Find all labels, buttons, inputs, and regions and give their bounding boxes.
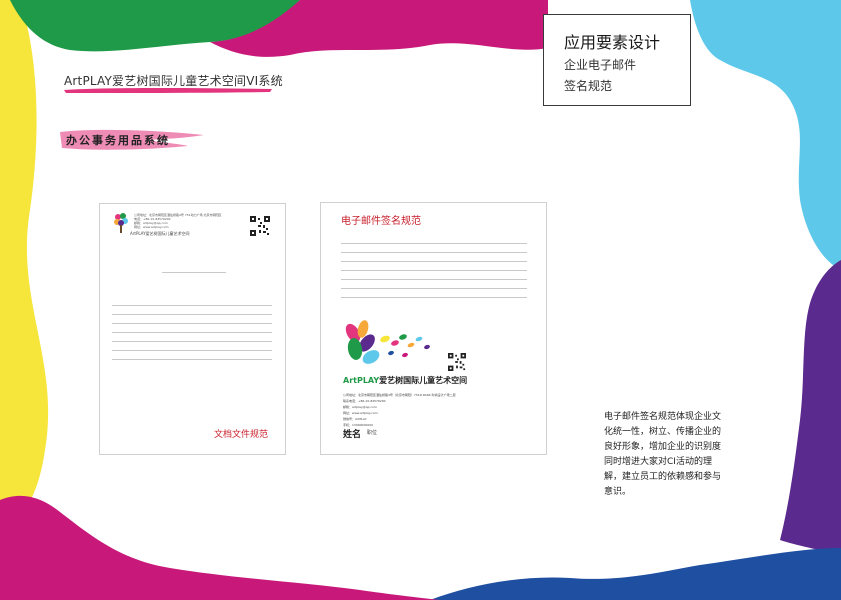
sig-brand-art: ArtPLAY (343, 376, 380, 385)
sig-name-label: 姓名 (343, 430, 362, 440)
doc-logo-text: ArtPLAY爱艺树国际儿童艺术空间 (130, 231, 190, 236)
sig-rule (341, 297, 527, 298)
doc-rule (112, 305, 272, 306)
yellow-shape (0, 0, 49, 540)
document-card: 公司地址：北京市朝阳区酒仙桥路4号 751动力广场 北京市朝阳区 电话：+86-… (99, 203, 286, 455)
qr-code-icon (448, 353, 466, 371)
brand-underline-brush (64, 88, 272, 93)
title-line1: 企业电子邮件 (564, 58, 637, 72)
sig-rule (341, 279, 527, 280)
sig-rule (341, 261, 527, 262)
sig-card-title: 电子邮件签名规范 (341, 216, 421, 227)
title-line2: 签名规范 (564, 79, 613, 93)
sig-brand-cn: 爱艺树国际儿童艺术空间 (379, 376, 468, 385)
qr-code-icon (250, 216, 270, 236)
doc-header-line4: 网址：www.artplay.com (134, 225, 169, 229)
doc-short-rule (162, 272, 226, 273)
sig-role-label: 职位 (367, 430, 378, 436)
sig-rule (341, 270, 527, 271)
magenta-bottom-shape (0, 495, 440, 600)
section-label: 办公事务用品系统 (66, 134, 170, 147)
title-box: 应用要素设计 企业电子邮件 签名规范 (543, 14, 691, 106)
doc-rule (112, 341, 272, 342)
purple-shape (780, 260, 841, 555)
sig-contact: 公司地址：北京市朝阳区酒仙桥路4号（北京市朝阳）751D·PARK 时尚设计广场… (343, 392, 456, 428)
email-signature-card: 电子邮件签名规范 ArtPLAY爱艺树国际儿童艺术空间 公司地址：北京市朝阳区酒… (320, 202, 547, 455)
doc-rule (112, 314, 272, 315)
title-heading: 应用要素设计 (564, 33, 661, 52)
sig-brand: ArtPLAY爱艺树国际儿童艺术空间 (343, 375, 467, 386)
petal-logo-icon (345, 320, 430, 364)
sig-rule (341, 243, 527, 244)
tree-logo-icon (114, 213, 128, 233)
description-text: 电子邮件签名规范体现企业文化统一性，树立、传播企业的良好形象，增加企业的识别度同… (604, 412, 722, 497)
doc-rule (112, 359, 272, 360)
doc-rule (112, 332, 272, 333)
navy-shape (430, 548, 841, 600)
doc-rule (112, 350, 272, 351)
doc-rule (112, 323, 272, 324)
cyan-shape (690, 0, 841, 270)
sig-rule (341, 252, 527, 253)
doc-card-label: 文档文件规范 (214, 430, 269, 440)
sig-rule (341, 288, 527, 289)
